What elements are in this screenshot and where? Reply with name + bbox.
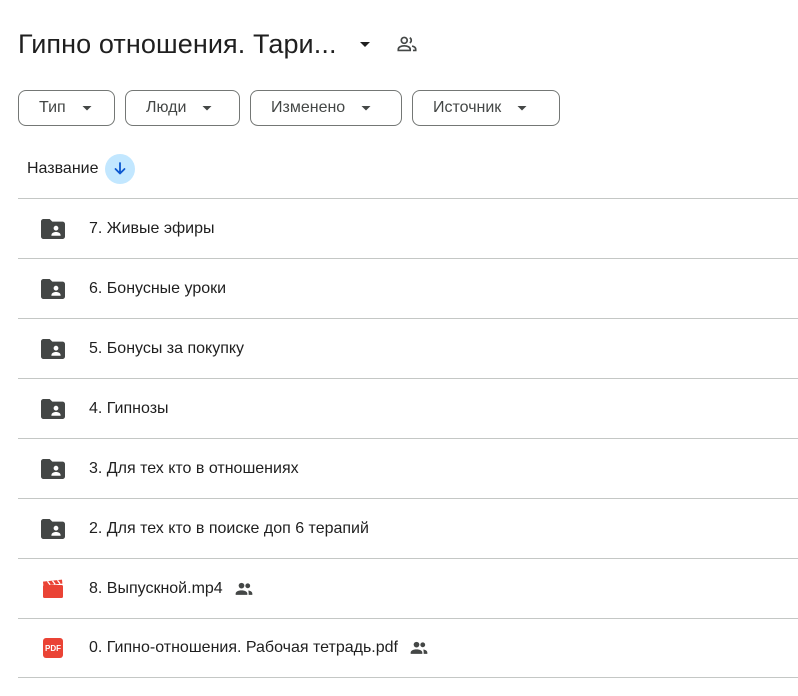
file-name: 0. Гипно-отношения. Рабочая тетрадь.pdf <box>89 639 398 656</box>
chevron-down-icon <box>359 101 373 115</box>
shared-folder-icon <box>40 517 66 541</box>
file-list: 7. Живые эфиры 6. Бонусные уроки 5. Бонусы… <box>18 198 798 678</box>
filter-modified-label: Изменено <box>271 99 346 116</box>
people-outline-icon[interactable] <box>395 32 419 56</box>
chevron-down-icon <box>515 101 529 115</box>
chevron-down-icon <box>200 101 214 115</box>
shared-folder-icon <box>40 277 66 301</box>
shared-folder-icon <box>40 217 66 241</box>
list-item[interactable]: PDF 0. Гипно-отношения. Рабочая тетрадь.p… <box>18 618 798 678</box>
video-file-icon <box>40 577 66 601</box>
arrow-drop-down-icon[interactable] <box>353 32 377 56</box>
filter-source-label: Источник <box>433 99 502 116</box>
file-name: 2. Для тех кто в поиске доп 6 терапий <box>89 519 369 537</box>
people-icon <box>234 579 254 599</box>
chevron-down-icon <box>80 101 94 115</box>
folder-title[interactable]: Гипно отношения. Тари... <box>18 24 337 64</box>
people-icon <box>409 638 429 658</box>
list-item[interactable]: 2. Для тех кто в поиске доп 6 терапий <box>18 498 798 558</box>
filter-bar: Тип Люди Изменено Источник <box>18 90 560 126</box>
filter-type-chip[interactable]: Тип <box>18 90 115 126</box>
list-item[interactable]: 7. Живые эфиры <box>18 198 798 258</box>
filter-type-label: Тип <box>39 99 66 116</box>
shared-folder-icon <box>40 337 66 361</box>
pdf-badge-label: PDF <box>43 638 63 658</box>
filter-source-chip[interactable]: Источник <box>412 90 560 126</box>
file-name: 8. Выпускной.mp4 <box>89 579 223 597</box>
list-item[interactable]: 3. Для тех кто в отношениях <box>18 438 798 498</box>
file-name: 6. Бонусные уроки <box>89 279 227 297</box>
column-name-label: Название <box>27 160 99 177</box>
file-name: 3. Для тех кто в отношениях <box>89 459 299 477</box>
folder-header: Гипно отношения. Тари... <box>18 24 419 64</box>
column-header-name[interactable]: Название <box>27 154 135 184</box>
file-name: 7. Живые эфиры <box>89 219 215 237</box>
file-name: 4. Гипнозы <box>89 399 169 417</box>
list-item[interactable]: 4. Гипнозы <box>18 378 798 438</box>
filter-people-label: Люди <box>146 99 187 116</box>
filter-people-chip[interactable]: Люди <box>125 90 240 126</box>
list-item[interactable]: 6. Бонусные уроки <box>18 258 798 318</box>
shared-folder-icon <box>40 397 66 421</box>
arrow-down-icon[interactable] <box>104 154 135 184</box>
shared-folder-icon <box>40 457 66 481</box>
list-item[interactable]: 5. Бонусы за покупку <box>18 318 798 378</box>
pdf-file-icon: PDF <box>40 636 66 660</box>
filter-modified-chip[interactable]: Изменено <box>250 90 402 126</box>
list-item[interactable]: 8. Выпускной.mp4 <box>18 558 798 618</box>
file-name: 5. Бонусы за покупку <box>89 339 245 357</box>
